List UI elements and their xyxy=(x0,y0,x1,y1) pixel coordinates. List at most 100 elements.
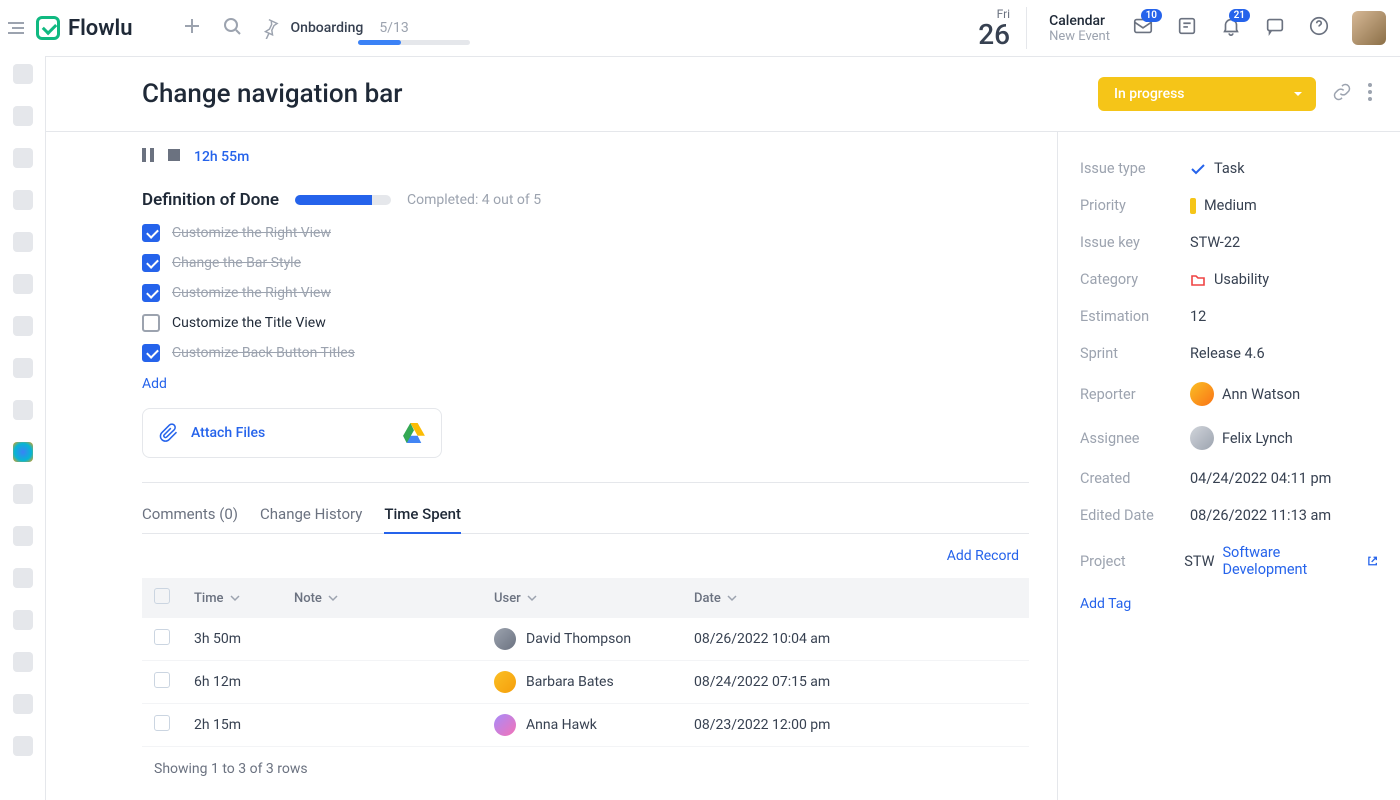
reporter-value[interactable]: Ann Watson xyxy=(1222,386,1300,403)
add-checklist-item[interactable]: Add xyxy=(142,376,167,392)
rail-icon[interactable] xyxy=(13,148,33,168)
tab-comments[interactable]: Comments (0) xyxy=(142,495,238,533)
checkbox[interactable] xyxy=(142,224,160,242)
pinned-progress xyxy=(358,40,470,45)
rail-icon[interactable] xyxy=(13,568,33,588)
pagination-info: Showing 1 to 3 of 3 rows xyxy=(142,747,1029,791)
checklist-label: Customize the Right View xyxy=(172,225,331,241)
assignee-value[interactable]: Felix Lynch xyxy=(1222,430,1293,447)
time-table: Time Note User Date 3h 50m David Thompso… xyxy=(142,578,1029,747)
cell-time: 3h 50m xyxy=(182,618,282,661)
col-user[interactable]: User xyxy=(494,591,521,606)
checklist-item[interactable]: Customize the Right View xyxy=(142,284,1029,302)
select-all-checkbox[interactable] xyxy=(154,588,170,604)
dod-count: Completed: 4 out of 5 xyxy=(407,192,541,208)
rail-icon[interactable] xyxy=(13,526,33,546)
priority-icon xyxy=(1190,198,1196,214)
category-value[interactable]: Usability xyxy=(1214,271,1269,288)
table-row[interactable]: 2h 15m Anna Hawk 08/23/2022 12:00 pm xyxy=(142,704,1029,747)
rail-icon[interactable] xyxy=(13,652,33,672)
prop-label: Sprint xyxy=(1080,345,1190,362)
external-link-icon[interactable] xyxy=(1367,555,1378,567)
calendar-widget[interactable]: Calendar New Event xyxy=(1049,13,1110,44)
checkbox[interactable] xyxy=(142,254,160,272)
cell-date: 08/26/2022 10:04 am xyxy=(682,618,1029,661)
estimation-value[interactable]: 12 xyxy=(1190,308,1206,325)
checklist-item[interactable]: Change the Bar Style xyxy=(142,254,1029,272)
rail-icon[interactable] xyxy=(13,232,33,252)
table-row[interactable]: 3h 50m David Thompson 08/26/2022 10:04 a… xyxy=(142,618,1029,661)
user-avatar[interactable] xyxy=(1352,11,1386,45)
row-checkbox[interactable] xyxy=(154,629,170,645)
col-time[interactable]: Time xyxy=(194,591,224,606)
link-icon[interactable] xyxy=(1332,82,1352,106)
rail-icon[interactable] xyxy=(13,400,33,420)
rail-icon[interactable] xyxy=(13,190,33,210)
checkbox[interactable] xyxy=(142,284,160,302)
help-icon[interactable] xyxy=(1308,15,1330,41)
issue-type-value[interactable]: Task xyxy=(1214,160,1245,177)
folder-icon xyxy=(1190,272,1206,288)
avatar xyxy=(494,628,516,650)
more-icon[interactable] xyxy=(1368,83,1372,105)
add-record-link[interactable]: Add Record xyxy=(947,548,1019,564)
checklist-label: Change the Bar Style xyxy=(172,255,301,271)
rail-icon[interactable] xyxy=(13,694,33,714)
checkbox[interactable] xyxy=(142,344,160,362)
checkbox[interactable] xyxy=(142,314,160,332)
date-widget[interactable]: Fri 26 xyxy=(978,7,1027,49)
dod-title: Definition of Done xyxy=(142,190,279,210)
row-checkbox[interactable] xyxy=(154,715,170,731)
pause-icon[interactable] xyxy=(142,148,154,166)
gdrive-icon[interactable] xyxy=(403,423,425,443)
chat-icon[interactable] xyxy=(1264,15,1286,41)
menu-toggle[interactable] xyxy=(0,22,32,34)
checklist-label: Customize Back Button Titles xyxy=(172,345,355,361)
sprint-value[interactable]: Release 4.6 xyxy=(1190,345,1265,362)
project-link[interactable]: Software Development xyxy=(1222,544,1358,578)
timer-value: 12h 55m xyxy=(194,149,249,165)
attach-card[interactable]: Attach Files xyxy=(142,408,442,458)
checklist-item[interactable]: Customize the Title View xyxy=(142,314,1029,332)
stop-icon[interactable] xyxy=(168,149,180,165)
prop-label: Project xyxy=(1080,553,1184,570)
add-icon[interactable] xyxy=(183,17,201,39)
add-tag-link[interactable]: Add Tag xyxy=(1080,596,1131,612)
rail-icon-active[interactable] xyxy=(13,442,33,462)
rail-icon[interactable] xyxy=(13,736,33,756)
rail-icon[interactable] xyxy=(13,316,33,336)
tab-time-spent[interactable]: Time Spent xyxy=(384,495,461,533)
rail-icon[interactable] xyxy=(13,106,33,126)
inbox-icon[interactable]: 10 xyxy=(1132,15,1154,41)
cell-date: 08/24/2022 07:15 am xyxy=(682,661,1029,704)
cell-note xyxy=(282,618,482,661)
checklist-item[interactable]: Customize Back Button Titles xyxy=(142,344,1029,362)
brand-logo[interactable]: Flowlu xyxy=(36,16,133,41)
avatar xyxy=(1190,382,1214,406)
col-date[interactable]: Date xyxy=(694,591,721,606)
logo-icon xyxy=(36,16,60,40)
avatar xyxy=(1190,426,1214,450)
status-dropdown[interactable]: In progress xyxy=(1098,77,1316,111)
calendar-title: Calendar xyxy=(1049,13,1110,29)
bell-icon[interactable]: 21 xyxy=(1220,15,1242,41)
table-row[interactable]: 6h 12m Barbara Bates 08/24/2022 07:15 am xyxy=(142,661,1029,704)
rail-icon[interactable] xyxy=(13,484,33,504)
col-note[interactable]: Note xyxy=(294,591,322,606)
pinned-task[interactable]: Onboarding 5/13 xyxy=(259,17,409,39)
cell-date: 08/23/2022 12:00 pm xyxy=(682,704,1029,747)
checklist-item[interactable]: Customize the Right View xyxy=(142,224,1029,242)
paperclip-icon xyxy=(159,423,179,443)
created-value: 04/24/2022 04:11 pm xyxy=(1190,470,1331,487)
rail-icon[interactable] xyxy=(13,610,33,630)
priority-value[interactable]: Medium xyxy=(1204,197,1257,214)
notes-icon[interactable] xyxy=(1176,15,1198,41)
row-checkbox[interactable] xyxy=(154,672,170,688)
tab-history[interactable]: Change History xyxy=(260,495,362,533)
dod-progress xyxy=(295,195,391,205)
cell-note xyxy=(282,661,482,704)
rail-icon[interactable] xyxy=(13,358,33,378)
search-icon[interactable] xyxy=(223,17,241,39)
rail-icon[interactable] xyxy=(13,274,33,294)
rail-icon[interactable] xyxy=(13,64,33,84)
